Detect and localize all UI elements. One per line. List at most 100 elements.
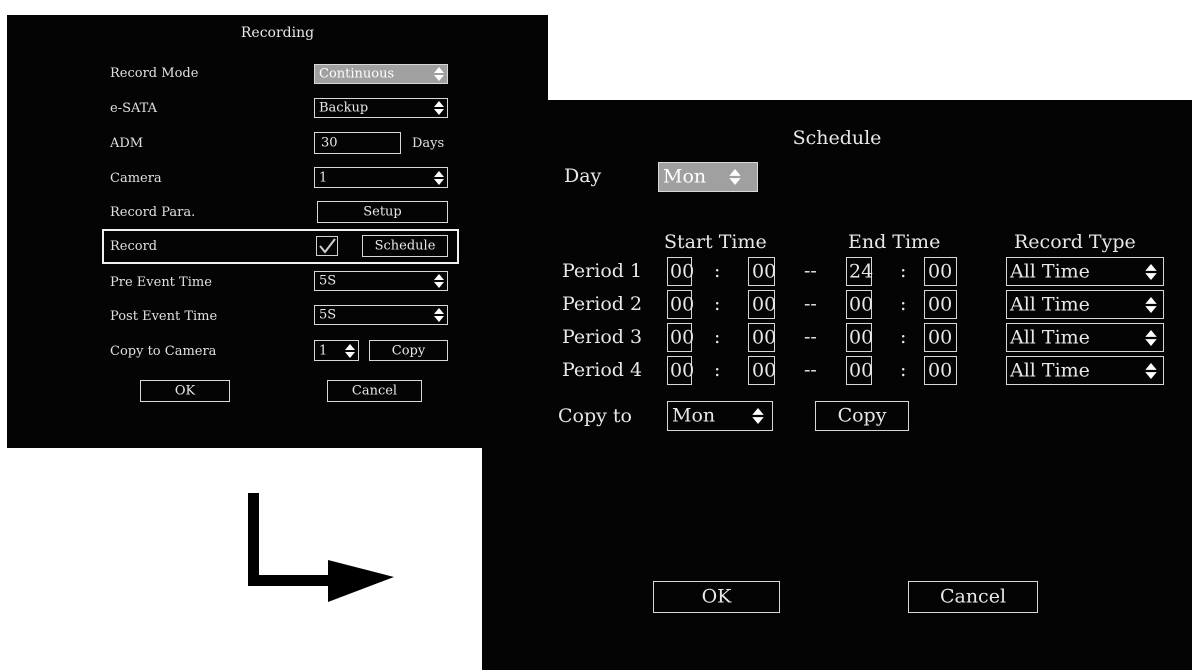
copy-to-value: Mon (672, 404, 716, 427)
arrow-right-icon (328, 560, 394, 602)
copy-schedule-button[interactable]: Copy (815, 401, 909, 431)
recording-title: Recording (240, 25, 315, 41)
up-down-arrows-icon (434, 101, 444, 115)
schedule-button[interactable]: Schedule (362, 235, 448, 257)
period-4-start-hour[interactable]: 00 (667, 356, 695, 385)
day-label: Day (564, 165, 602, 187)
adm-label: ADM (110, 136, 144, 151)
setup-button[interactable]: Setup (317, 201, 448, 223)
schedule-button-label: Schedule (374, 238, 436, 254)
time-separator: : (714, 326, 721, 348)
period-3-label: Period 3 (562, 326, 643, 348)
time-separator: : (900, 260, 907, 282)
copy-camera-select[interactable]: 1 (314, 340, 359, 361)
range-dash: -- (804, 326, 817, 348)
esata-select[interactable]: Backup (314, 98, 448, 118)
period-3-end-minute[interactable]: 00 (924, 323, 957, 352)
end-minute-value: 00 (928, 359, 953, 381)
period-4-end-minute[interactable]: 00 (924, 356, 957, 385)
up-down-arrows-icon (434, 308, 444, 322)
pre-event-select[interactable]: 5S (314, 271, 448, 291)
record-mode-select[interactable]: Continuous (314, 64, 448, 84)
record-para-label: Record Para. (110, 205, 196, 220)
schedule-cancel-button[interactable]: Cancel (908, 581, 1038, 613)
period-3-end-hour[interactable]: 00 (846, 323, 874, 352)
end-hour-value: 00 (849, 359, 874, 381)
day-select[interactable]: Mon (658, 162, 758, 192)
up-down-arrows-icon (1145, 263, 1157, 280)
start-hour-value: 00 (670, 359, 695, 381)
period-1-start-hour[interactable]: 00 (667, 257, 694, 286)
range-dash: -- (804, 293, 817, 315)
end-time-header: End Time (848, 231, 941, 253)
time-separator: : (714, 293, 721, 315)
period-2-end-minute[interactable]: 00 (924, 290, 957, 319)
period-2-record-type-select[interactable]: All Time (1006, 290, 1164, 319)
copy-to-select[interactable]: Mon (667, 401, 773, 431)
schedule-ok-button[interactable]: OK (653, 581, 780, 613)
schedule-dialog: Schedule Day Mon Start Time End Time Rec… (482, 100, 1192, 670)
start-minute-value: 00 (752, 293, 777, 315)
period-2-start-hour[interactable]: 00 (667, 290, 694, 319)
end-minute-value: 00 (928, 293, 953, 315)
schedule-ok-label: OK (701, 585, 732, 608)
checkmark-icon (319, 238, 336, 254)
copy-camera-value: 1 (319, 343, 328, 358)
period-1-end-hour[interactable]: 24 (846, 257, 873, 286)
period-1-record-type-select[interactable]: All Time (1006, 257, 1164, 286)
record-type-value: All Time (1010, 326, 1090, 348)
time-separator: : (714, 359, 721, 381)
time-separator: : (900, 326, 907, 348)
post-event-value: 5S (319, 307, 337, 323)
arrow-vertical-segment (248, 493, 259, 586)
record-type-value: All Time (1010, 260, 1090, 282)
end-hour-value: 00 (849, 293, 874, 315)
up-down-arrows-icon (434, 67, 444, 81)
recording-dialog: Recording Record Mode Continuous e-SATA … (7, 15, 548, 448)
period-3-record-type-select[interactable]: All Time (1006, 323, 1164, 352)
period-3-start-minute[interactable]: 00 (748, 323, 777, 352)
copy-schedule-button-label: Copy (837, 404, 887, 427)
period-4-label: Period 4 (562, 359, 643, 381)
adm-unit: Days (412, 136, 445, 151)
record-mode-label: Record Mode (110, 66, 199, 81)
period-3-start-hour[interactable]: 00 (667, 323, 694, 352)
period-2-end-hour[interactable]: 00 (846, 290, 874, 319)
camera-select[interactable]: 1 (314, 167, 448, 188)
record-label: Record (110, 239, 158, 254)
range-dash: -- (804, 260, 817, 282)
copy-camera-button-label: Copy (391, 343, 426, 358)
post-event-select[interactable]: 5S (314, 305, 448, 325)
period-1-label: Period 1 (562, 260, 643, 282)
setup-button-label: Setup (363, 204, 402, 220)
up-down-arrows-icon (434, 274, 444, 288)
schedule-title: Schedule (792, 127, 882, 149)
start-minute-value: 00 (752, 260, 777, 282)
arrow-horizontal-segment (248, 575, 338, 586)
period-1-end-minute[interactable]: 00 (924, 257, 957, 286)
pre-event-value: 5S (319, 273, 337, 289)
recording-cancel-button[interactable]: Cancel (327, 380, 422, 402)
record-checkbox[interactable] (316, 236, 338, 256)
period-2-start-minute[interactable]: 00 (748, 290, 777, 319)
period-4-record-type-select[interactable]: All Time (1006, 356, 1164, 385)
period-1-start-minute[interactable]: 00 (748, 257, 777, 286)
start-minute-value: 00 (752, 326, 777, 348)
record-type-value: All Time (1010, 359, 1090, 381)
up-down-arrows-icon (1145, 329, 1157, 346)
adm-value: 30 (321, 135, 338, 151)
end-minute-value: 00 (928, 326, 953, 348)
recording-ok-button[interactable]: OK (140, 380, 230, 402)
adm-input[interactable]: 30 (314, 132, 401, 154)
up-down-arrows-icon (1145, 362, 1157, 379)
period-4-end-hour[interactable]: 00 (846, 356, 874, 385)
schedule-cancel-label: Cancel (939, 585, 1007, 608)
copy-camera-button[interactable]: Copy (369, 340, 448, 361)
period-2-label: Period 2 (562, 293, 643, 315)
time-separator: : (900, 293, 907, 315)
end-hour-value: 00 (849, 326, 874, 348)
range-dash: -- (804, 359, 817, 381)
up-down-arrows-icon (752, 408, 764, 424)
time-separator: : (900, 359, 907, 381)
period-4-start-minute[interactable]: 00 (748, 356, 776, 385)
